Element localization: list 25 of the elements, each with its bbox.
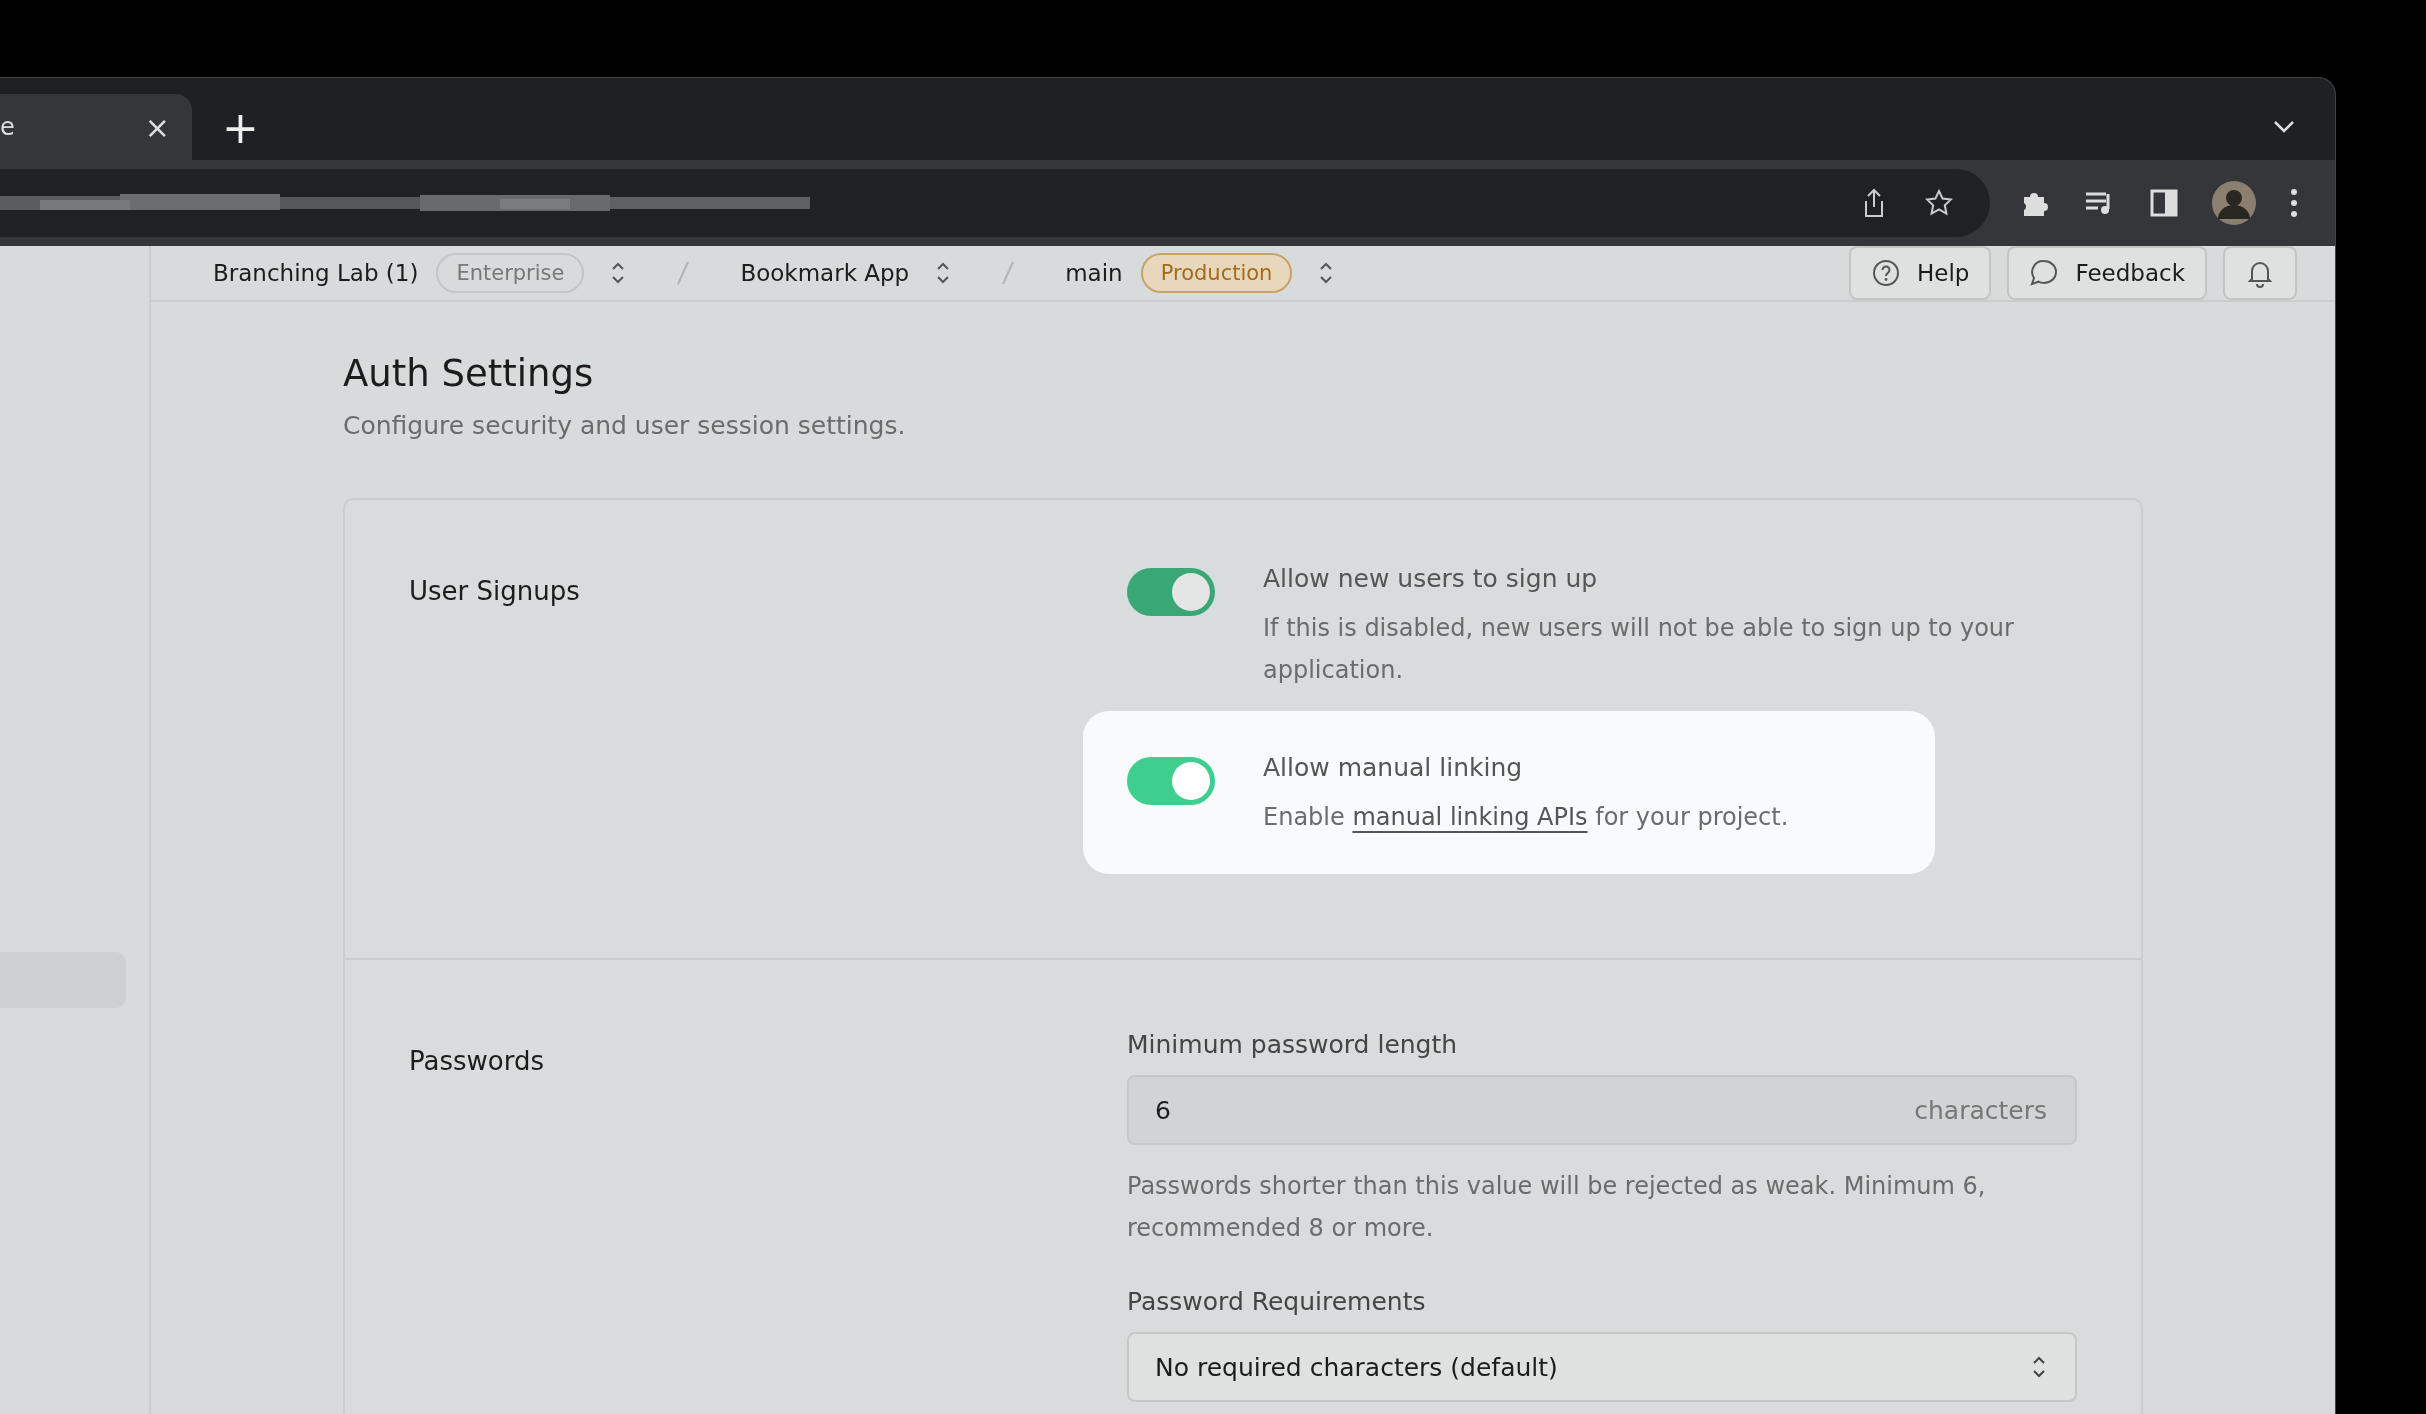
feedback-button[interactable]: Feedback: [2007, 246, 2207, 300]
field-description: Passwords shorter than this value will be rejected as weak. Minimum 6, recommended 8 or more.: [1127, 1171, 1987, 1244]
number-input[interactable]: 6 characters: [1127, 1075, 2077, 1145]
browser-tab[interactable]: e ×: [0, 94, 192, 160]
field-label: Minimum password length: [1127, 1030, 1459, 1059]
setting-label: Allow new users to sign up: [1263, 564, 1599, 593]
docs-link[interactable]: manual linking APIs: [1352, 803, 1588, 831]
breadcrumb-item[interactable]: Bookmark App: [740, 260, 910, 286]
close-icon[interactable]: ×: [144, 109, 170, 145]
section-title: User Signups: [409, 575, 581, 608]
environment-badge: Enterprise: [436, 253, 585, 293]
help-button[interactable]: Help: [1849, 246, 1992, 300]
page-description: Configure security and user session settings.: [343, 411, 907, 440]
new-tab-button[interactable]: +: [222, 106, 259, 150]
setting-description: Enable manual linking APIs for your project.: [1263, 802, 1789, 833]
setting-description: If this is disabled, new users will not be able to sign up to your application.: [1263, 613, 2015, 686]
breadcrumb-item[interactable]: main: [1065, 260, 1123, 286]
select-dropdown[interactable]: No required characters (default): [1127, 1332, 2077, 1402]
page-title: Auth Settings: [343, 352, 595, 395]
setting-label: Allow manual linking: [1263, 753, 1524, 782]
breadcrumb-item[interactable]: Branching Lab (1): [213, 260, 419, 286]
field-label: Password Requirements: [1127, 1287, 1427, 1316]
tab-title: e: [0, 113, 15, 141]
section-title: Passwords: [409, 1045, 545, 1078]
environment-badge: Production: [1140, 253, 1293, 293]
